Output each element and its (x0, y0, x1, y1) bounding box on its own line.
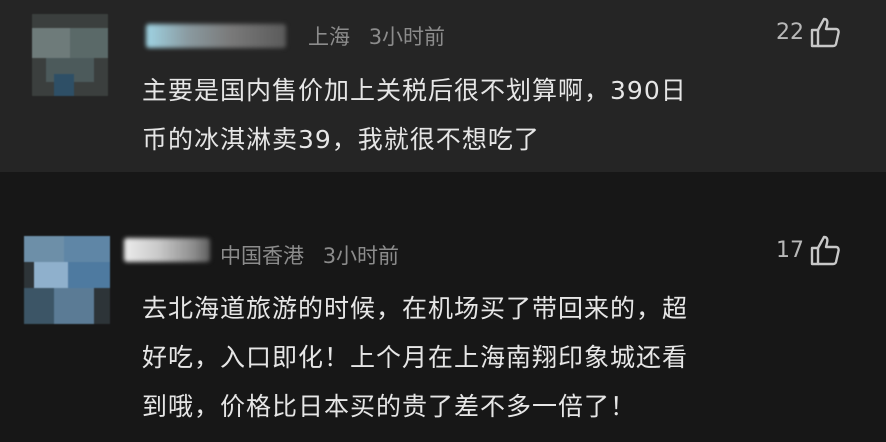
comment-item: 中国香港 3小时前 17 去北海道旅游的时候，在机场买了带回来的，超 好吃，入口… (0, 172, 886, 442)
thumbs-up-icon (810, 17, 840, 48)
comment-list: 上海 3小时前 22 主要是国内售价加上关税后很不划算啊，390日 币的冰淇淋卖… (0, 0, 886, 442)
timestamp: 3小时前 (368, 25, 446, 49)
like-count: 22 (776, 19, 804, 45)
like-button[interactable]: 17 (776, 234, 840, 266)
comment-text-line: 去北海道旅游的时候，在机场买了带回来的，超 (142, 294, 689, 323)
like-count: 17 (776, 237, 804, 263)
comment-text-line: 币的冰淇淋卖39，我就很不想吃了 (142, 125, 540, 154)
username-blurred[interactable] (146, 24, 286, 48)
avatar[interactable] (24, 236, 110, 324)
comment-text-line: 到哦，价格比日本买的贵了差不多一倍了！ (142, 392, 637, 421)
comment-meta: 中国香港 3小时前 (220, 240, 411, 270)
avatar[interactable] (32, 14, 108, 96)
comment-meta: 上海 3小时前 (308, 21, 457, 51)
comment-text: 去北海道旅游的时候，在机场买了带回来的，超 好吃，入口即化！上个月在上海南翔印象… (142, 284, 688, 431)
username-blurred[interactable] (124, 238, 210, 262)
timestamp: 3小时前 (322, 244, 400, 268)
location-label: 中国香港 (220, 244, 304, 268)
location-label: 上海 (308, 25, 350, 49)
comment-item: 上海 3小时前 22 主要是国内售价加上关税后很不划算啊，390日 币的冰淇淋卖… (0, 0, 886, 172)
comment-text-line: 主要是国内售价加上关税后很不划算啊，390日 (142, 76, 687, 105)
thumbs-up-icon (810, 235, 840, 266)
comment-text: 主要是国内售价加上关税后很不划算啊，390日 币的冰淇淋卖39，我就很不想吃了 (142, 66, 687, 164)
comment-text-line: 好吃，入口即化！上个月在上海南翔印象城还看 (142, 343, 689, 372)
like-button[interactable]: 22 (776, 16, 840, 48)
